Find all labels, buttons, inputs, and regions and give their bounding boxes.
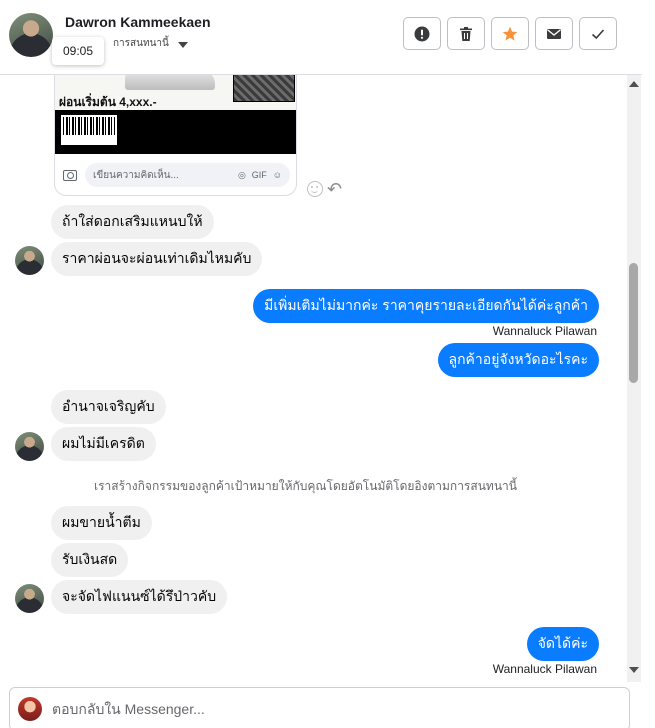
sender-label: Wannaluck Pilawan bbox=[492, 324, 597, 338]
camera-icon[interactable] bbox=[63, 169, 77, 181]
message-reactions: ↶ bbox=[307, 180, 342, 198]
sender-label: Wannaluck Pilawan bbox=[492, 662, 597, 676]
avatar-sticker-icon[interactable]: ◎ bbox=[238, 170, 246, 181]
message-bubble-incoming[interactable]: อำนาจเจริญคับ bbox=[51, 390, 166, 424]
react-smile-icon[interactable] bbox=[307, 181, 323, 197]
image-comment-placeholder: เขียนความคิดเห็น... bbox=[93, 169, 179, 181]
image-comment-input[interactable]: เขียนความคิดเห็น... ◎ GIF ☺ bbox=[85, 163, 290, 187]
barcode-graphic bbox=[61, 115, 117, 145]
message-bubble-outgoing[interactable]: จัดได้ค่ะ bbox=[526, 627, 599, 661]
message-bubble-incoming[interactable]: ผมขายน้ำตีม bbox=[51, 506, 152, 540]
message-bubble-incoming[interactable]: ถ้าใส่ดอกเสริมแหนบให้ bbox=[51, 205, 214, 239]
conversation-header: Dawron Kammeekaen การสนทนานี้ 09:05 bbox=[0, 0, 642, 75]
agent-avatar bbox=[18, 697, 42, 721]
message-bubble-incoming[interactable]: จะจัดไฟแนนซ์ได้รึป่าวคับ bbox=[51, 580, 228, 614]
gif-icon[interactable]: GIF bbox=[252, 170, 267, 180]
star-icon bbox=[502, 26, 518, 41]
trash-icon bbox=[460, 26, 472, 41]
scroll-up-arrow-icon[interactable] bbox=[629, 81, 639, 87]
done-button[interactable] bbox=[579, 17, 617, 50]
image-comment-row: เขียนความคิดเห็น... ◎ GIF ☺ bbox=[55, 154, 296, 195]
message-bubble-incoming[interactable]: ผมไม่มีเครดิต bbox=[51, 427, 156, 461]
reply-icon[interactable]: ↶ bbox=[327, 180, 342, 198]
contact-avatar[interactable] bbox=[9, 13, 53, 57]
contact-avatar-small[interactable] bbox=[15, 584, 44, 613]
message-bubble-incoming[interactable]: รับเงินสด bbox=[51, 543, 129, 577]
conversation-subtitle-label: การสนทนานี้ bbox=[113, 38, 169, 49]
check-icon bbox=[591, 28, 605, 39]
contact-avatar-small[interactable] bbox=[15, 432, 44, 461]
reply-composer bbox=[0, 682, 655, 728]
car-ad-image[interactable]: ผ่อนเริ่มต้น 4,xxx.- bbox=[55, 75, 296, 110]
mail-button[interactable] bbox=[535, 17, 573, 50]
shared-image-card[interactable]: ผ่อนเริ่มต้น 4,xxx.- เขียนความคิดเห็น...… bbox=[54, 75, 297, 196]
contact-name[interactable]: Dawron Kammeekaen bbox=[65, 14, 211, 30]
composer-box[interactable] bbox=[9, 687, 630, 728]
alert-button[interactable] bbox=[403, 17, 441, 50]
scrollbar-thumb[interactable] bbox=[629, 263, 638, 383]
time-tooltip: 09:05 bbox=[52, 37, 104, 65]
star-button[interactable] bbox=[491, 17, 529, 50]
message-bubble-incoming[interactable]: ราคาผ่อนจะผ่อนเท่าเดิมไหมคับ bbox=[51, 242, 263, 276]
car-picture bbox=[125, 75, 215, 90]
contact-avatar-small[interactable] bbox=[15, 246, 44, 275]
exclamation-icon bbox=[414, 26, 430, 41]
emoji-icon[interactable]: ☺ bbox=[273, 170, 282, 180]
message-bubble-outgoing[interactable]: มีเพิ่มเติมไม่มากค่ะ ราคาคุยรายละเอียดกั… bbox=[253, 289, 599, 323]
engine-picture bbox=[233, 75, 295, 102]
envelope-icon bbox=[547, 28, 561, 39]
scroll-down-arrow-icon[interactable] bbox=[629, 667, 639, 673]
header-actions bbox=[403, 17, 617, 50]
delete-button[interactable] bbox=[447, 17, 485, 50]
caret-down-icon[interactable] bbox=[177, 41, 188, 48]
thread-scrollbar[interactable] bbox=[627, 75, 641, 682]
message-bubble-outgoing[interactable]: ลูกค้าอยู่จังหวัดอะไรคะ bbox=[437, 343, 599, 377]
system-note: เราสร้างกิจกรรมของลูกค้าเป้าหมายให้กับคุ… bbox=[94, 479, 517, 493]
reply-input[interactable] bbox=[52, 701, 629, 717]
message-thread[interactable]: ผ่อนเริ่มต้น 4,xxx.- เขียนความคิดเห็น...… bbox=[0, 75, 627, 682]
